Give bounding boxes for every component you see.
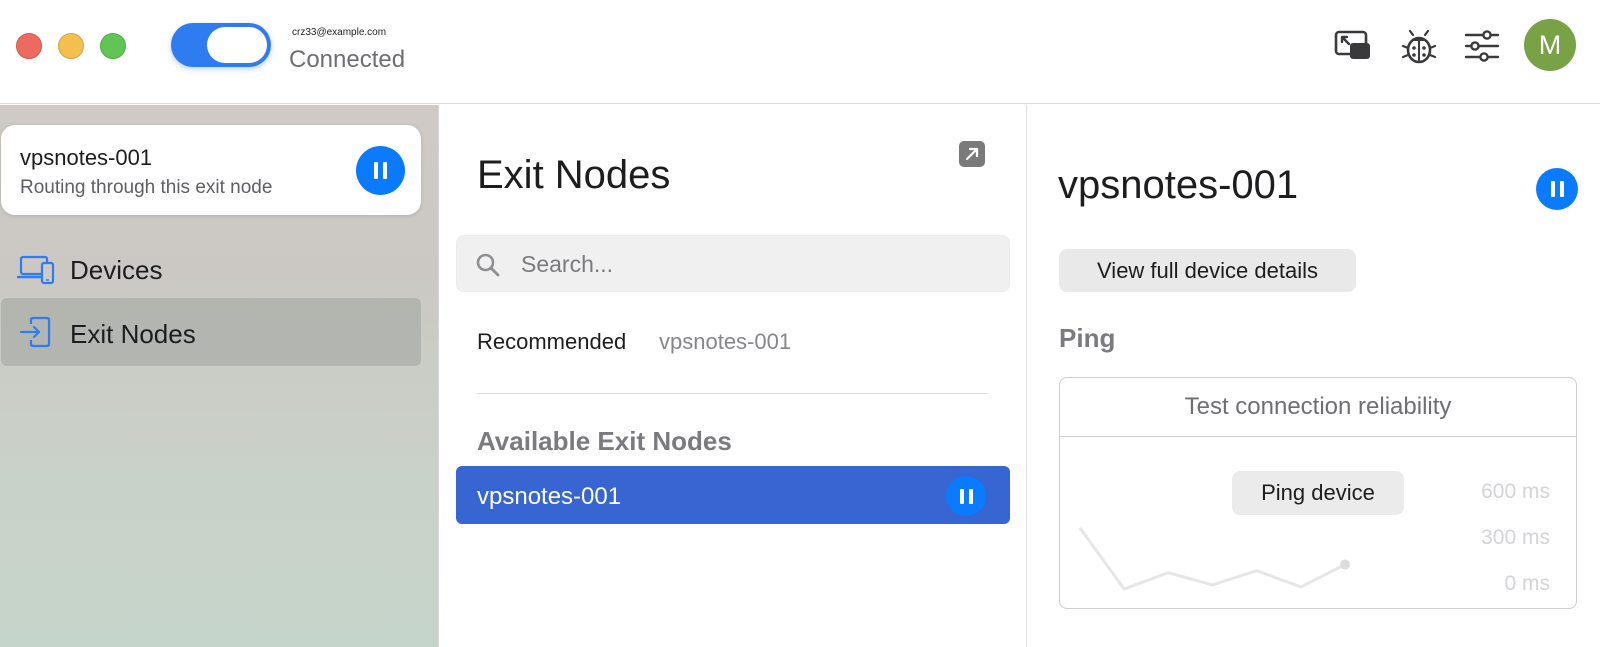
minimize-window-button[interactable] bbox=[58, 33, 84, 59]
active-exit-node-name: vpsnotes-001 bbox=[20, 145, 153, 170]
search-field[interactable] bbox=[456, 235, 1010, 292]
pause-icon bbox=[1550, 181, 1555, 197]
page-title: Exit Nodes bbox=[477, 153, 671, 197]
devices-icon bbox=[16, 251, 57, 285]
user-avatar[interactable]: M bbox=[1524, 19, 1576, 71]
open-in-window-icon[interactable] bbox=[959, 141, 985, 167]
ping-device-button[interactable]: Ping device bbox=[1232, 471, 1404, 515]
active-exit-node-subtitle: Routing through this exit node bbox=[20, 177, 273, 198]
exit-node-detail-panel: vpsnotes-001 View full device details Pi… bbox=[1028, 105, 1600, 647]
test-reliability-header[interactable]: Test connection reliability bbox=[1060, 378, 1576, 437]
close-window-button[interactable] bbox=[16, 33, 42, 59]
pause-exit-node-button[interactable] bbox=[946, 476, 986, 516]
sidebar-item-exit-nodes[interactable]: Exit Nodes bbox=[1, 298, 421, 366]
ping-tick-label: 0 ms bbox=[1504, 572, 1550, 595]
pause-icon bbox=[374, 162, 378, 179]
ping-tick-label: 600 ms bbox=[1481, 480, 1550, 503]
account-email: crz33@example.com bbox=[292, 27, 387, 38]
exit-nodes-panel: Exit Nodes Recommended vpsnotes-001 Avai… bbox=[440, 105, 1027, 647]
vpn-connection-toggle[interactable] bbox=[171, 23, 271, 67]
divider bbox=[477, 393, 988, 394]
sliders-icon[interactable] bbox=[1462, 26, 1502, 66]
ping-series-line bbox=[1078, 527, 1346, 591]
bug-icon[interactable] bbox=[1399, 26, 1439, 66]
zoom-window-button[interactable] bbox=[100, 33, 126, 59]
sidebar: vpsnotes-001 Routing through this exit n… bbox=[0, 105, 439, 647]
active-exit-node-card[interactable]: vpsnotes-001 Routing through this exit n… bbox=[1, 125, 421, 215]
ping-tick-label: 300 ms bbox=[1481, 526, 1550, 549]
view-device-details-button[interactable]: View full device details bbox=[1059, 249, 1356, 292]
available-exit-nodes-heading: Available Exit Nodes bbox=[477, 426, 732, 456]
pause-exit-node-button[interactable] bbox=[1536, 168, 1578, 210]
recommended-label: Recommended bbox=[477, 329, 627, 354]
sidebar-item-label: Devices bbox=[70, 255, 163, 285]
ping-latency-chart bbox=[1078, 527, 1350, 591]
search-input[interactable] bbox=[521, 248, 991, 280]
sidebar-item-devices[interactable]: Devices bbox=[1, 234, 421, 302]
ping-last-point bbox=[1340, 559, 1350, 570]
detail-title: vpsnotes-001 bbox=[1058, 163, 1299, 207]
exit-node-row[interactable]: vpsnotes-001 bbox=[456, 466, 1010, 524]
ping-heading: Ping bbox=[1059, 323, 1116, 353]
pause-icon bbox=[959, 488, 964, 504]
search-icon bbox=[474, 251, 502, 279]
pause-exit-node-button[interactable] bbox=[356, 146, 405, 195]
toggle-knob bbox=[207, 27, 267, 63]
sidebar-item-label: Exit Nodes bbox=[70, 319, 196, 349]
recommended-exit-node[interactable]: vpsnotes-001 bbox=[659, 329, 791, 355]
exit-node-name: vpsnotes-001 bbox=[477, 483, 622, 510]
exit-node-icon bbox=[17, 315, 57, 349]
title-bar: crz33@example.com Connected M bbox=[0, 0, 1600, 104]
connection-status: Connected bbox=[289, 46, 406, 73]
mini-player-icon[interactable] bbox=[1333, 26, 1373, 66]
ping-card: Test connection reliability Ping device … bbox=[1059, 377, 1577, 609]
